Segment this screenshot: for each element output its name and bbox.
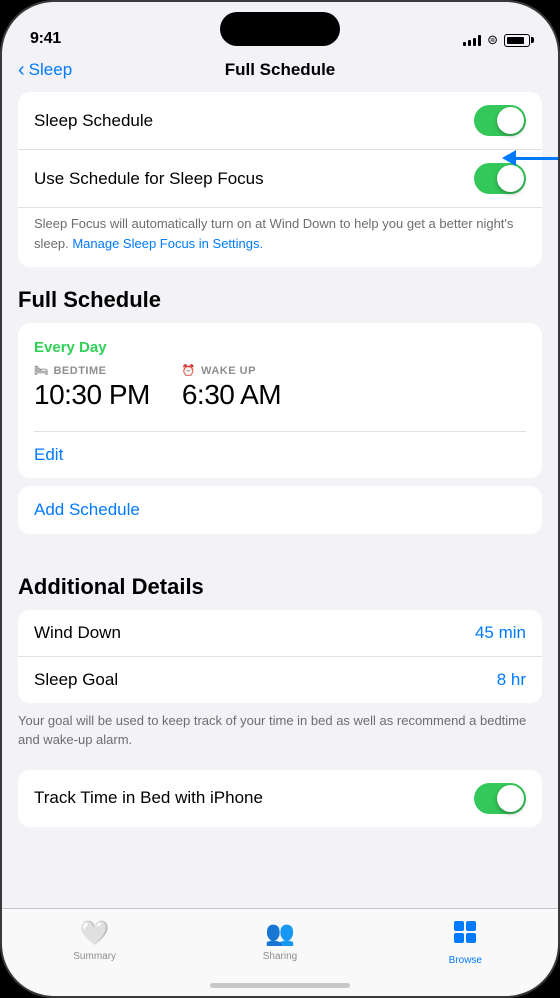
- summary-icon: 🤍: [80, 919, 110, 948]
- phone-frame: 9:41 ⊜ ‹ Sleep Full Schedule: [0, 0, 560, 998]
- signal-icon: [463, 34, 481, 46]
- page-title: Full Schedule: [225, 60, 336, 80]
- bedtime-col: 🛏 BEDTIME 10:30 PM: [34, 364, 150, 411]
- phone-screen: 9:41 ⊜ ‹ Sleep Full Schedule: [2, 2, 558, 996]
- home-indicator: [210, 983, 350, 988]
- status-time: 9:41: [30, 30, 61, 48]
- alarm-icon: ⏰: [182, 364, 196, 377]
- wind-down-value: 45 min: [475, 623, 526, 643]
- sleep-schedule-toggle[interactable]: [474, 105, 526, 136]
- every-day-label: Every Day: [34, 339, 526, 356]
- schedule-card: Every Day 🛏 BEDTIME 10:30 PM: [18, 323, 542, 478]
- use-schedule-toggle[interactable]: [474, 163, 526, 194]
- additional-details-section: Additional Details Wind Down 45 min Slee…: [2, 558, 558, 827]
- browse-label: Browse: [449, 955, 482, 966]
- add-schedule-card[interactable]: Add Schedule: [18, 486, 542, 534]
- wind-down-row[interactable]: Wind Down 45 min: [18, 610, 542, 657]
- use-schedule-row: Use Schedule for Sleep Focus: [18, 150, 542, 208]
- status-icons: ⊜: [463, 32, 530, 48]
- schedule-inner: Every Day 🛏 BEDTIME 10:30 PM: [18, 323, 542, 431]
- sleep-wake-row: 🛏 BEDTIME 10:30 PM ⏰ WAKE UP 6:3: [34, 364, 526, 411]
- nav-header: ‹ Sleep Full Schedule: [2, 56, 558, 92]
- additional-details-title: Additional Details: [2, 558, 558, 610]
- track-time-card: Track Time in Bed with iPhone: [18, 770, 542, 827]
- bedtime-value: 10:30 PM: [34, 379, 150, 411]
- manage-focus-link[interactable]: Manage Sleep Focus in Settings.: [72, 236, 263, 251]
- arrow-line: [516, 157, 558, 160]
- wakeup-col: ⏰ WAKE UP 6:30 AM: [182, 364, 281, 411]
- sleep-goal-value: 8 hr: [497, 670, 526, 690]
- sleep-goal-row[interactable]: Sleep Goal 8 hr: [18, 657, 542, 703]
- status-bar: 9:41 ⊜: [2, 2, 558, 56]
- toggles-card: Sleep Schedule Use Schedule for Sleep Fo…: [18, 92, 542, 267]
- toggle-knob: [497, 107, 524, 134]
- arrow-head-icon: [502, 150, 516, 166]
- bedtime-header: 🛏 BEDTIME: [34, 364, 150, 377]
- wind-down-label: Wind Down: [34, 623, 121, 643]
- back-chevron-icon: ‹: [18, 60, 25, 80]
- sharing-icon: 👥: [265, 919, 295, 948]
- sleep-goal-label: Sleep Goal: [34, 670, 118, 690]
- tab-summary[interactable]: 🤍 Summary: [2, 919, 187, 962]
- track-time-label: Track Time in Bed with iPhone: [34, 788, 263, 808]
- annotation-arrow: [502, 150, 558, 166]
- sleep-schedule-label: Sleep Schedule: [34, 111, 153, 131]
- wifi-icon: ⊜: [487, 32, 498, 48]
- wakeup-value: 6:30 AM: [182, 379, 281, 411]
- tab-sharing[interactable]: 👥 Sharing: [187, 919, 372, 962]
- sleep-schedule-row: Sleep Schedule: [18, 92, 542, 150]
- full-schedule-title: Full Schedule: [2, 271, 558, 323]
- dynamic-island: [220, 12, 340, 46]
- back-label: Sleep: [29, 60, 72, 80]
- track-time-toggle[interactable]: [474, 783, 526, 814]
- focus-description: Sleep Focus will automatically turn on a…: [18, 208, 542, 267]
- edit-button[interactable]: Edit: [18, 432, 542, 478]
- back-button[interactable]: ‹ Sleep: [18, 60, 72, 80]
- toggle-knob-3: [497, 785, 524, 812]
- use-schedule-label: Use Schedule for Sleep Focus: [34, 169, 264, 189]
- bed-icon: 🛏: [34, 364, 48, 377]
- summary-label: Summary: [73, 951, 116, 962]
- add-schedule-label: Add Schedule: [34, 500, 140, 519]
- track-time-row[interactable]: Track Time in Bed with iPhone: [18, 770, 542, 827]
- bedtime-label: BEDTIME: [53, 365, 106, 377]
- battery-icon: [504, 34, 530, 47]
- toggle-knob-2: [497, 165, 524, 192]
- details-card: Wind Down 45 min Sleep Goal 8 hr: [18, 610, 542, 703]
- goal-description: Your goal will be used to keep track of …: [2, 703, 558, 762]
- sharing-label: Sharing: [263, 951, 297, 962]
- main-content: Sleep Schedule Use Schedule for Sleep Fo…: [2, 92, 558, 946]
- browse-icon: [452, 919, 478, 952]
- wakeup-label: WAKE UP: [201, 365, 256, 377]
- full-schedule-section: Full Schedule Every Day 🛏 BEDTIME 10:30 …: [2, 271, 558, 534]
- tab-browse[interactable]: Browse: [373, 919, 558, 966]
- wakeup-header: ⏰ WAKE UP: [182, 364, 281, 377]
